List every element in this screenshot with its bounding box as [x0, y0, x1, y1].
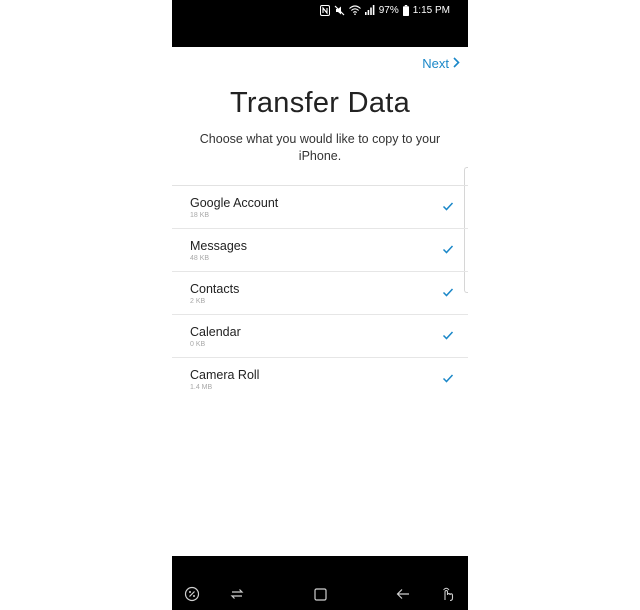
phone-screen: 97% 1:15 PM Next Transfer Data Choose wh… — [172, 0, 468, 610]
list-item-contacts[interactable]: Contacts 2 KB — [172, 272, 468, 315]
item-name: Camera Roll — [190, 368, 260, 382]
item-name: Google Account — [190, 196, 279, 210]
item-size: 1.4 MB — [190, 384, 213, 391]
signal-icon — [364, 4, 375, 16]
item-name: Contacts — [190, 282, 240, 296]
list-item-google-account[interactable]: Google Account 18 KB — [172, 186, 468, 229]
status-time: 1:15 PM — [412, 4, 450, 16]
checkmark-icon[interactable] — [442, 200, 454, 212]
checkmark-icon[interactable] — [442, 243, 454, 255]
item-name: Calendar — [190, 325, 241, 339]
battery-percent: 97% — [378, 4, 399, 16]
back-icon[interactable] — [393, 584, 413, 604]
list-item-calendar[interactable]: Calendar 0 KB — [172, 315, 468, 358]
next-button[interactable]: Next — [422, 56, 460, 71]
battery-icon — [402, 4, 409, 16]
data-list: Google Account 18 KB Messages 48 KB Cont… — [172, 185, 468, 400]
item-size: 48 KB — [190, 255, 210, 262]
wifi-icon — [348, 4, 361, 16]
page: 97% 1:15 PM Next Transfer Data Choose wh… — [0, 0, 640, 610]
item-size: 2 KB — [190, 298, 206, 305]
list-item-messages[interactable]: Messages 48 KB — [172, 229, 468, 272]
item-size: 18 KB — [190, 212, 210, 219]
page-title: Transfer Data — [229, 87, 411, 119]
item-size: 0 KB — [190, 341, 206, 348]
list-item-camera-roll[interactable]: Camera Roll 1.4 MB — [172, 358, 468, 400]
navigation-bar — [172, 556, 468, 610]
status-icons: 97% 1:15 PM — [319, 3, 450, 17]
edge-handle-icon[interactable] — [182, 584, 202, 604]
checkmark-icon[interactable] — [442, 286, 454, 298]
checkmark-icon[interactable] — [442, 329, 454, 341]
mute-icon — [334, 4, 345, 16]
page-subtitle: Choose what you would like to copy to yo… — [199, 132, 441, 163]
gesture-icon[interactable] — [438, 584, 458, 604]
status-bar: 97% 1:15 PM — [172, 0, 468, 47]
checkmark-icon[interactable] — [442, 372, 454, 384]
recents-icon[interactable] — [227, 584, 247, 604]
next-label: Next — [422, 56, 449, 71]
item-name: Messages — [190, 239, 247, 253]
chevron-right-icon — [453, 56, 460, 71]
home-icon[interactable] — [310, 584, 330, 604]
nfc-icon — [319, 4, 330, 16]
transfer-content: Next Transfer Data Choose what you would… — [172, 47, 468, 556]
